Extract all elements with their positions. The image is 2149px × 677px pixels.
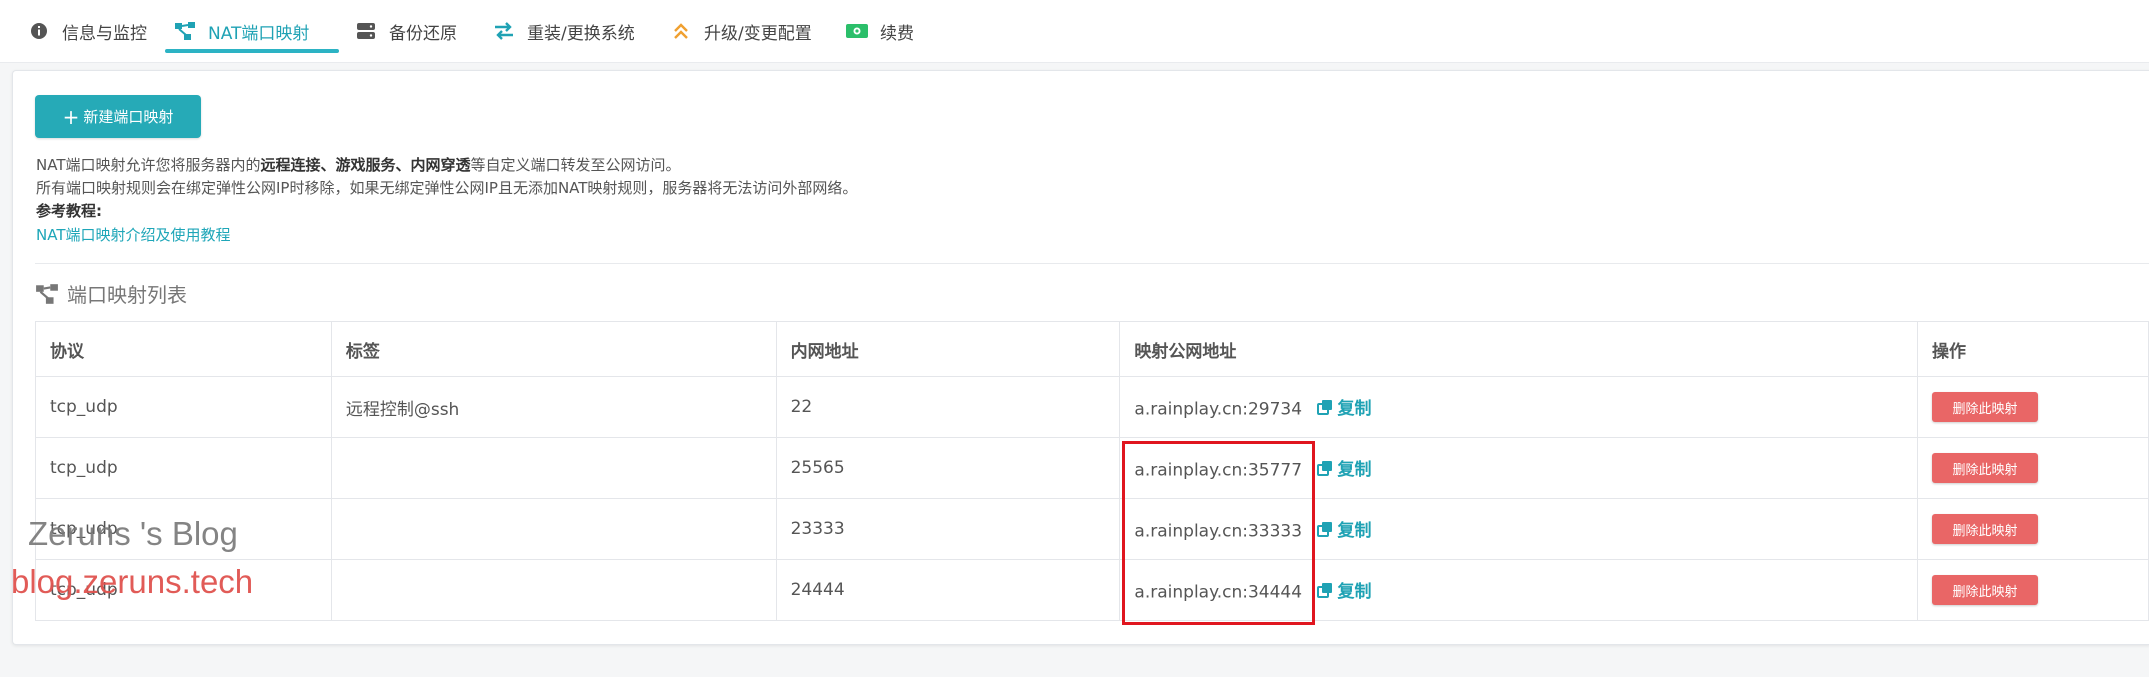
tab-backup-restore[interactable]: 备份还原 [355,0,457,62]
delete-mapping-button[interactable]: 删除此映射 [1932,453,2039,483]
cell-protocol: tcp_udp [35,437,332,499]
cell-tag [330,559,777,621]
tab-label: NAT端口映射 [208,23,310,44]
description-text: 等自定义端口转发至公网访问。 [470,156,681,174]
copy-label: 复制 [1337,582,1372,603]
table-row: tcp_udp 远程控制@ssh 22 a.rainplay.cn:29734 … [35,376,2149,438]
network-icon [174,20,196,42]
table-row: tcp_udp 25565 a.rainplay.cn:35777 复制 删除此… [35,437,2149,499]
tab-bar: 信息与监控 NAT端口映射 备份还原 重装/更换系统 升级/变更配置 续费 [0,0,2149,63]
cell-internal-address: 24444 [775,559,1121,621]
watermark-url: blog.zeruns.tech [11,563,254,600]
watermark-title: Zeruns 's Blog [28,515,238,552]
tab-label: 重装/更换系统 [527,23,635,44]
cell-public-address: a.rainplay.cn:29734 复制 [1119,376,1919,438]
column-header-public-address: 映射公网地址 [1119,321,1919,377]
cell-tag: 远程控制@ssh [330,376,777,438]
divider [35,263,2149,264]
tutorial-link[interactable]: NAT端口映射介绍及使用教程 [36,224,230,245]
cell-actions: 删除此映射 [1917,559,2149,621]
table-row: tcp_udp 24444 a.rainplay.cn:34444 复制 删除此… [35,559,2149,621]
section-title-text: 端口映射列表 [67,283,187,307]
cell-internal-address: 23333 [775,498,1121,560]
reference-label: 参考教程: [36,202,102,220]
copy-label: 复制 [1337,460,1372,481]
swap-arrows-icon [493,20,515,42]
cell-actions: 删除此映射 [1917,376,2149,438]
delete-mapping-button[interactable]: 删除此映射 [1932,575,2039,605]
tab-info-monitor[interactable]: 信息与监控 [28,0,147,62]
highlight-box [1122,441,1315,625]
copy-button[interactable]: 复制 [1317,394,1371,419]
description-line-2: 所有端口映射规则会在绑定弹性公网IP时移除，如果无绑定弹性公网IP且无添加NAT… [36,179,858,197]
section-title: 端口映射列表 [35,279,187,308]
copy-label: 复制 [1337,399,1372,420]
copy-button[interactable]: 复制 [1317,516,1371,541]
cell-internal-address: 25565 [775,437,1121,499]
plus-icon: + [62,104,80,129]
table-row: tcp_udp 23333 a.rainplay.cn:33333 复制 删除此… [35,498,2149,560]
network-icon [35,283,59,305]
copy-button[interactable]: 复制 [1317,455,1371,480]
money-icon [846,20,868,42]
info-icon [28,20,50,42]
description-line-1: NAT端口映射允许您将服务器内的远程连接、游戏服务、内网穿透等自定义端口转发至公… [36,154,681,175]
table-header-row: 协议 标签 内网地址 映射公网地址 操作 [35,321,2149,377]
active-tab-indicator [165,49,339,53]
copy-icon [1317,521,1333,537]
delete-mapping-button[interactable]: 删除此映射 [1932,514,2039,544]
tab-label: 续费 [880,23,914,44]
new-port-mapping-label: 新建端口映射 [83,108,174,126]
double-chevron-up-icon [670,20,692,42]
tab-label: 备份还原 [389,23,457,44]
copy-icon [1317,460,1333,476]
column-header-internal-address: 内网地址 [775,321,1121,377]
tab-reinstall-system[interactable]: 重装/更换系统 [493,0,635,62]
database-icon [355,20,377,42]
cell-actions: 删除此映射 [1917,498,2149,560]
description-text: NAT端口映射允许您将服务器内的 [36,156,261,174]
tab-upgrade-config[interactable]: 升级/变更配置 [670,0,812,62]
tab-label: 升级/变更配置 [704,23,812,44]
cell-internal-address: 22 [775,376,1121,438]
copy-label: 复制 [1337,521,1372,542]
delete-mapping-button[interactable]: 删除此映射 [1932,392,2039,422]
tab-renew[interactable]: 续费 [846,0,914,62]
column-header-tag: 标签 [330,321,777,377]
description-emphasis: 远程连接、游戏服务、内网穿透 [260,156,471,174]
cell-tag [330,498,777,560]
cell-tag [330,437,777,499]
cell-protocol: tcp_udp [35,376,332,438]
port-mapping-table: 协议 标签 内网地址 映射公网地址 操作 tcp_udp 远程控制@ssh 22… [35,321,2149,621]
column-header-actions: 操作 [1917,321,2149,377]
cell-actions: 删除此映射 [1917,437,2149,499]
copy-icon [1317,582,1333,598]
tab-label: 信息与监控 [62,23,147,44]
new-port-mapping-button[interactable]: + 新建端口映射 [35,95,201,138]
copy-icon [1317,399,1333,415]
copy-button[interactable]: 复制 [1317,577,1371,602]
column-header-protocol: 协议 [35,321,332,377]
public-address-text: a.rainplay.cn:29734 [1134,399,1303,420]
